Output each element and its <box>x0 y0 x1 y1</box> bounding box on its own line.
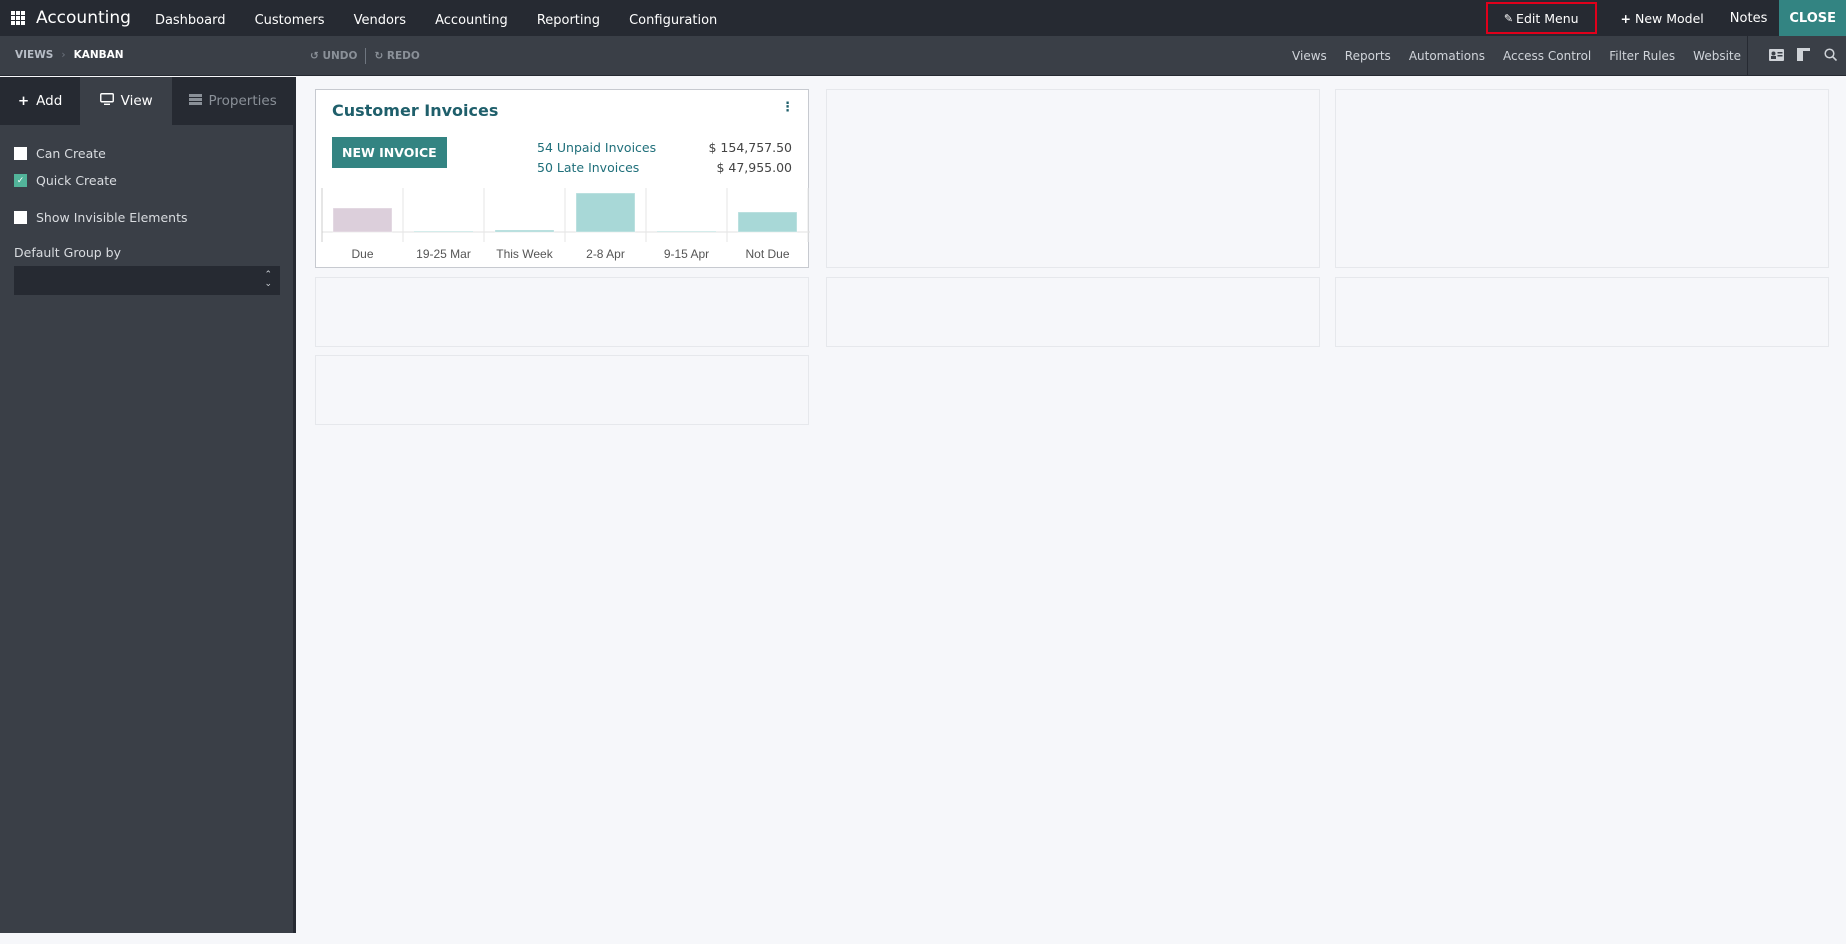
chart-bar[interactable] <box>332 207 393 233</box>
new-invoice-button[interactable]: NEW INVOICE <box>332 137 447 168</box>
chart-bar[interactable] <box>414 231 473 233</box>
quick-create-label: Quick Create <box>36 173 117 188</box>
breadcrumb: VIEWS › KANBAN <box>15 49 124 61</box>
quick-create-checkbox[interactable]: ✓ <box>14 174 27 187</box>
kanban-card-customer-invoices[interactable]: Customer Invoices ⋮ NEW INVOICE 54 Unpai… <box>315 89 810 270</box>
view-icons <box>1769 48 1838 61</box>
sidebar-tabs: + Add View Properties <box>0 77 293 125</box>
notes-button[interactable]: Notes <box>1718 11 1780 26</box>
layout-icon[interactable] <box>1796 48 1811 61</box>
show-invisible-label: Show Invisible Elements <box>36 210 188 225</box>
chart-tick-label: This Week <box>496 247 553 261</box>
pencil-icon: ✎ <box>1503 11 1514 25</box>
close-button[interactable]: CLOSE <box>1779 0 1846 36</box>
menu-dashboard[interactable]: Dashboard <box>155 13 226 28</box>
studio-actions: ✎ Edit Menu + New Model Notes CLOSE <box>1485 0 1846 36</box>
select-arrows-icon: ⌃ ⌄ <box>264 270 272 289</box>
redo-label: REDO <box>386 50 420 62</box>
new-model-label: New Model <box>1635 10 1704 26</box>
divider <box>365 48 367 64</box>
kanban-card-placeholder <box>826 277 1320 347</box>
apps-grid-icon[interactable] <box>11 11 25 25</box>
new-model-button[interactable]: + New Model <box>1607 11 1718 26</box>
top-navbar: Accounting Dashboard Customers Vendors A… <box>0 0 1846 36</box>
chart-bar[interactable] <box>737 211 798 233</box>
subnav-access-control[interactable]: Access Control <box>1503 49 1591 63</box>
app-title[interactable]: Accounting <box>36 8 131 28</box>
menu-customers[interactable]: Customers <box>255 13 325 28</box>
undo-icon: ↺ <box>310 50 319 62</box>
redo-icon: ↻ <box>374 50 384 62</box>
undo-button[interactable]: ↺ UNDO <box>310 50 357 62</box>
chart-bar[interactable] <box>657 231 716 233</box>
tab-view[interactable]: View <box>80 77 173 125</box>
redo-button[interactable]: ↻ REDO <box>374 50 419 62</box>
view-options: Can Create ✓ Quick Create Show Invisible… <box>0 125 293 295</box>
studio-subnav: Views Reports Automations Access Control… <box>1292 49 1741 63</box>
kebab-menu-icon[interactable]: ⋮ <box>781 100 794 115</box>
tab-view-label: View <box>120 93 153 109</box>
breadcrumb-separator: › <box>61 49 66 61</box>
tab-properties[interactable]: Properties <box>172 77 293 125</box>
chart-tick-label: Due <box>351 247 373 261</box>
invoice-aging-chart[interactable]: Due 19-25 Mar This Week 2-8 Apr 9-15 Apr Not … <box>320 188 810 270</box>
search-icon[interactable] <box>1823 48 1838 61</box>
tab-add-label: Add <box>36 93 63 109</box>
chart-tick-label: Not Due <box>745 247 789 261</box>
show-invisible-checkbox[interactable] <box>14 211 27 224</box>
chart-bar[interactable] <box>575 192 636 233</box>
kanban-preview: Customer Invoices ⋮ NEW INVOICE 54 Unpai… <box>299 77 1846 933</box>
subnav-reports[interactable]: Reports <box>1345 49 1391 63</box>
studio-subbar: VIEWS › KANBAN ↺ UNDO ↻ REDO Views Repor… <box>0 36 1846 76</box>
top-menu: Dashboard Customers Vendors Accounting R… <box>143 9 729 28</box>
kanban-card-placeholder <box>1335 277 1829 347</box>
undo-label: UNDO <box>322 50 358 62</box>
menu-vendors[interactable]: Vendors <box>354 13 406 28</box>
tab-add[interactable]: + Add <box>0 77 80 125</box>
subnav-website[interactable]: Website <box>1693 49 1741 63</box>
can-create-checkbox-row[interactable]: Can Create <box>14 140 293 167</box>
chart-bar[interactable] <box>494 229 555 233</box>
quick-create-checkbox-row[interactable]: ✓ Quick Create <box>14 167 293 194</box>
menu-accounting[interactable]: Accounting <box>435 13 508 28</box>
divider <box>1747 36 1748 76</box>
breadcrumb-kanban: KANBAN <box>73 49 124 61</box>
default-group-select[interactable]: ⌃ ⌄ <box>14 266 280 295</box>
undo-redo-group: ↺ UNDO ↻ REDO <box>310 48 420 64</box>
chart-tick-label: 2-8 Apr <box>586 247 625 261</box>
monitor-icon <box>99 93 114 109</box>
subnav-views[interactable]: Views <box>1292 49 1327 63</box>
menu-configuration[interactable]: Configuration <box>629 13 717 28</box>
edit-menu-label: Edit Menu <box>1516 10 1579 26</box>
plus-icon: + <box>1620 10 1632 26</box>
studio-sidebar: + Add View Properties Can Create ✓ Quick… <box>0 77 296 933</box>
plus-icon: + <box>17 93 30 109</box>
can-create-label: Can Create <box>36 146 106 161</box>
kanban-card-placeholder <box>315 355 809 425</box>
tab-properties-label: Properties <box>208 93 277 109</box>
subnav-automations[interactable]: Automations <box>1409 49 1485 63</box>
contact-card-icon[interactable] <box>1769 48 1784 61</box>
unpaid-invoices-link[interactable]: 54 Unpaid Invoices <box>537 140 656 155</box>
chart-tick-label: 9-15 Apr <box>664 247 709 261</box>
breadcrumb-views[interactable]: VIEWS <box>15 49 53 61</box>
unpaid-invoices-amount: $ 154,757.50 <box>708 140 793 155</box>
subnav-filter-rules[interactable]: Filter Rules <box>1609 49 1675 63</box>
kanban-card-placeholder <box>826 89 1320 268</box>
late-invoices-link[interactable]: 50 Late Invoices <box>537 160 639 175</box>
show-invisible-checkbox-row[interactable]: Show Invisible Elements <box>14 204 293 231</box>
kanban-card-placeholder <box>1335 89 1829 268</box>
chart-tick-label: 19-25 Mar <box>416 247 471 261</box>
card-title[interactable]: Customer Invoices <box>332 101 498 120</box>
can-create-checkbox[interactable] <box>14 147 27 160</box>
server-icon <box>188 93 202 109</box>
menu-reporting[interactable]: Reporting <box>537 13 600 28</box>
default-group-label: Default Group by <box>14 245 122 260</box>
late-invoices-amount: $ 47,955.00 <box>716 160 792 175</box>
kanban-card-placeholder <box>315 277 809 347</box>
edit-menu-button[interactable]: ✎ Edit Menu <box>1485 2 1597 34</box>
